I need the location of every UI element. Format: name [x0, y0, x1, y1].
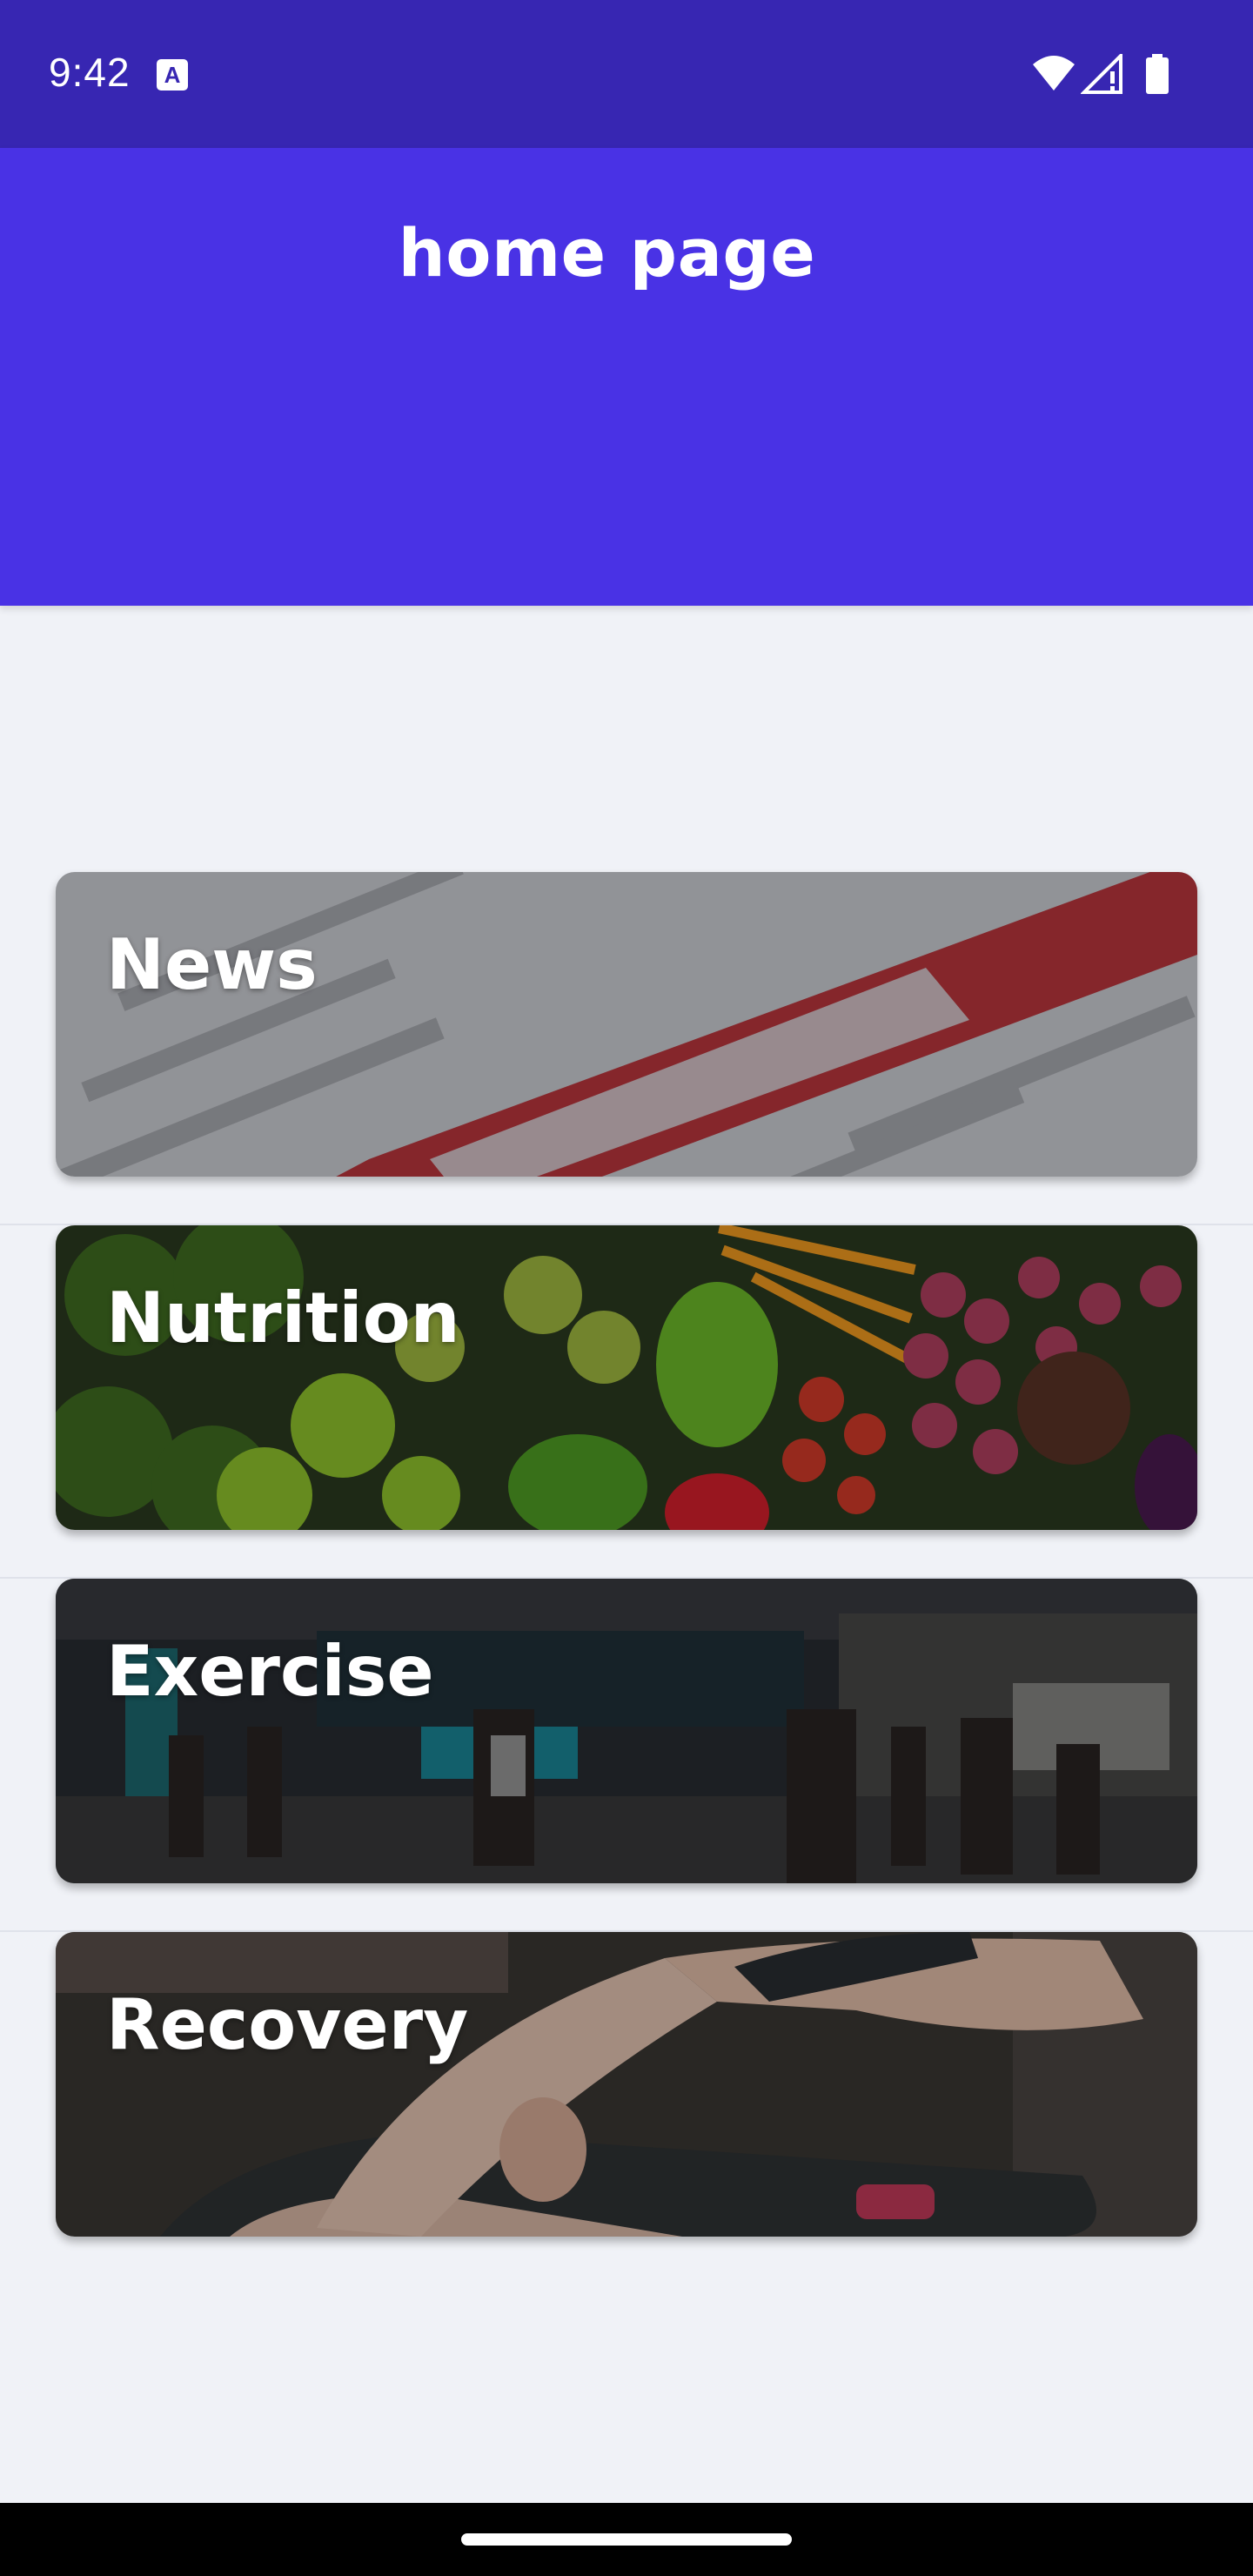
nutrition-label: Nutrition — [106, 1278, 460, 1358]
card-overlay — [56, 1932, 1197, 2237]
list-item: News — [0, 872, 1253, 1225]
card-overlay — [56, 872, 1197, 1177]
system-navigation-bar — [0, 2503, 1253, 2576]
list-item: Exercise — [0, 1579, 1253, 1932]
exercise-label: Exercise — [106, 1631, 434, 1712]
page-title: home page — [398, 214, 816, 292]
news-label: News — [106, 924, 318, 1005]
wifi-icon — [1033, 56, 1075, 91]
status-bar: 9:42 A — [0, 0, 1253, 148]
exercise-card[interactable]: Exercise — [56, 1579, 1197, 1883]
card-overlay — [56, 1579, 1197, 1883]
app-header: home page — [0, 148, 1253, 606]
news-card[interactable]: News — [56, 872, 1197, 1177]
list-item: Recovery — [0, 1932, 1253, 2285]
battery-icon — [1146, 54, 1169, 94]
nutrition-card[interactable]: Nutrition — [56, 1225, 1197, 1530]
list-item: Nutrition — [0, 1225, 1253, 1579]
cell-signal-icon — [1081, 54, 1122, 94]
status-time: 9:42 — [49, 50, 131, 95]
card-overlay — [56, 1225, 1197, 1530]
recovery-label: Recovery — [106, 1984, 469, 2065]
home-screen: 9:42 A home page News Nutrition Exercise… — [0, 0, 1253, 2576]
text-a-icon: A — [157, 59, 188, 91]
recovery-card[interactable]: Recovery — [56, 1932, 1197, 2237]
home-indicator[interactable] — [461, 2533, 792, 2546]
